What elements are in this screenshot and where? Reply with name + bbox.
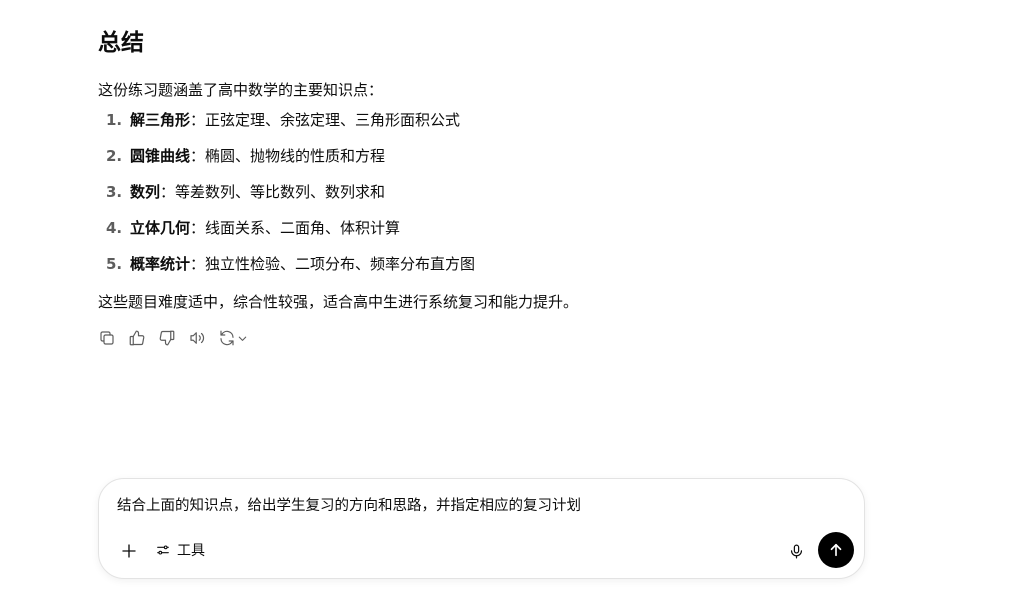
prompt-input[interactable]: 结合上面的知识点，给出学生复习的方向和思路，并指定相应的复习计划 xyxy=(117,495,817,517)
dictate-button[interactable] xyxy=(784,539,808,563)
copy-button[interactable] xyxy=(98,326,128,350)
list-number: 5. xyxy=(106,255,123,273)
send-button[interactable] xyxy=(818,532,854,568)
message-composer[interactable]: 结合上面的知识点，给出学生复习的方向和思路，并指定相应的复习计划 工具 xyxy=(98,478,865,579)
topic-term: 圆锥曲线 xyxy=(130,147,191,165)
list-item: 5. 概率统计 ：独立性检验、二项分布、频率分布直方图 xyxy=(98,252,868,288)
sliders-icon xyxy=(157,545,169,555)
assistant-message: 总结 这份练习题涵盖了高中数学的主要知识点： 1. 解三角形 ：正弦定理、余弦定… xyxy=(98,24,868,350)
list-number: 3. xyxy=(106,183,123,201)
list-item: 2. 圆锥曲线 ：椭圆、抛物线的性质和方程 xyxy=(98,144,868,180)
add-attachment-button[interactable] xyxy=(117,539,141,563)
message-actions xyxy=(98,326,868,350)
summary-heading: 总结 xyxy=(98,30,144,56)
list-item: 1. 解三角形 ：正弦定理、余弦定理、三角形面积公式 xyxy=(98,108,868,144)
regenerate-button[interactable] xyxy=(218,329,248,347)
read-aloud-icon xyxy=(190,332,205,344)
chevron-down-icon xyxy=(238,336,247,341)
bad-response-button[interactable] xyxy=(158,326,188,350)
list-item: 4. 立体几何 ：线面关系、二面角、体积计算 xyxy=(98,216,868,252)
thumbs-up-icon xyxy=(129,330,145,346)
topics-list: 1. 解三角形 ：正弦定理、余弦定理、三角形面积公式 2. 圆锥曲线 ：椭圆、抛… xyxy=(98,108,868,288)
list-number: 1. xyxy=(106,111,123,129)
copy-icon xyxy=(100,331,114,345)
tools-label: 工具 xyxy=(177,543,205,559)
intro-text: 这份练习题涵盖了高中数学的主要知识点： xyxy=(98,81,384,99)
list-item: 3. 数列 ：等差数列、等比数列、数列求和 xyxy=(98,180,868,216)
microphone-icon xyxy=(790,544,802,558)
chat-page: 总结 这份练习题涵盖了高中数学的主要知识点： 1. 解三角形 ：正弦定理、余弦定… xyxy=(0,0,1020,589)
regenerate-icon xyxy=(220,330,234,346)
tools-button[interactable]: 工具 xyxy=(155,538,205,562)
topic-detail: ：椭圆、抛物线的性质和方程 xyxy=(190,147,386,165)
list-number: 4. xyxy=(106,219,123,237)
closing-text: 这些题目难度适中，综合性较强，适合高中生进行系统复习和能力提升。 xyxy=(98,293,579,311)
arrow-up-icon xyxy=(830,543,842,557)
topic-detail: ：线面关系、二面角、体积计算 xyxy=(190,219,401,237)
topic-detail: ：正弦定理、余弦定理、三角形面积公式 xyxy=(190,111,461,129)
topic-term: 数列 xyxy=(130,183,161,201)
topic-term: 解三角形 xyxy=(130,111,191,129)
topic-term: 概率统计 xyxy=(130,255,191,273)
thumbs-down-icon xyxy=(159,330,175,346)
read-aloud-button[interactable] xyxy=(188,326,218,350)
good-response-button[interactable] xyxy=(128,326,158,350)
plus-icon xyxy=(122,544,136,558)
topic-detail: ：等差数列、等比数列、数列求和 xyxy=(160,183,386,201)
list-number: 2. xyxy=(106,147,123,165)
topic-term: 立体几何 xyxy=(130,219,191,237)
topic-detail: ：独立性检验、二项分布、频率分布直方图 xyxy=(190,255,476,273)
